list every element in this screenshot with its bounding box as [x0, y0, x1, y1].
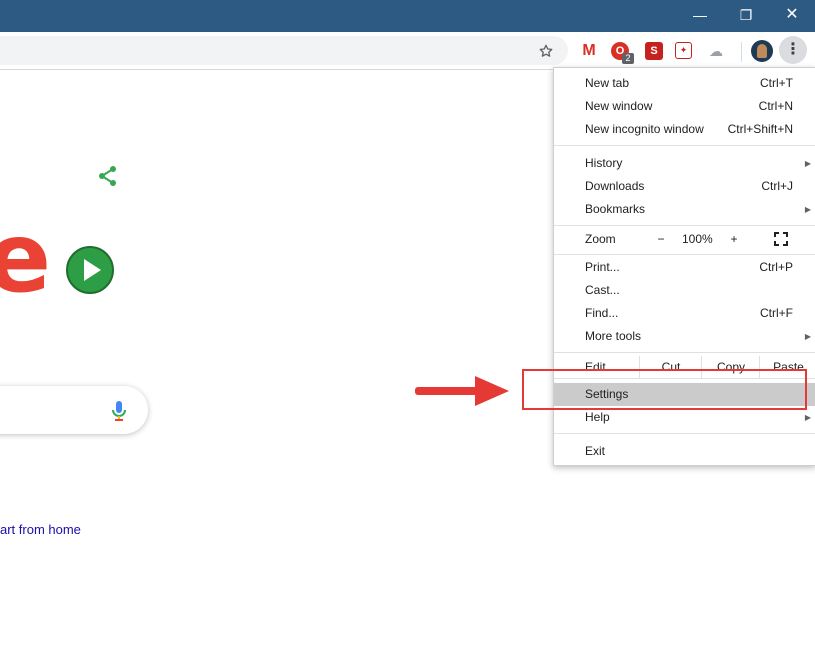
menu-item-bookmarks[interactable]: Bookmarks ▶ — [554, 198, 815, 221]
menu-item-downloads[interactable]: Downloads Ctrl+J — [554, 175, 815, 198]
menu-item-shortcut: Ctrl+P — [759, 260, 793, 274]
zoom-out-button[interactable]: − — [655, 228, 667, 251]
menu-item-label: New tab — [585, 76, 630, 90]
arrow-right-icon — [415, 376, 509, 406]
zoom-label: Zoom — [585, 232, 616, 246]
avatar[interactable] — [751, 40, 773, 62]
close-button[interactable]: ✕ — [769, 0, 815, 32]
play-icon[interactable] — [65, 245, 115, 295]
calendar-extension-icon[interactable]: ✦ — [675, 42, 692, 59]
notification-badge: 2 — [622, 53, 634, 64]
microphone-icon[interactable] — [110, 399, 128, 423]
google-logo-fragment: e — [0, 202, 51, 314]
menu-item-new-window[interactable]: New window Ctrl+N — [554, 95, 815, 118]
menu-item-more-tools[interactable]: More tools ▶ — [554, 325, 815, 348]
menu-item-exit[interactable]: Exit — [554, 440, 815, 463]
zoom-in-button[interactable]: + — [728, 228, 740, 251]
menu-item-new-incognito-window[interactable]: New incognito window Ctrl+Shift+N — [554, 118, 815, 141]
more-menu-icon[interactable]: ⋮ — [779, 36, 807, 64]
menu-item-label: More tools — [585, 329, 642, 343]
submenu-arrow-icon: ▶ — [804, 205, 811, 214]
zoom-row: Zoom − 100% + — [554, 228, 815, 251]
fullscreen-icon[interactable] — [774, 232, 788, 246]
zoom-level: 100% — [682, 232, 713, 246]
menu-divider — [554, 254, 815, 255]
menu-item-find[interactable]: Find... Ctrl+F — [554, 302, 815, 325]
menu-divider — [554, 145, 815, 146]
submenu-arrow-icon: ▶ — [804, 332, 811, 341]
star-icon[interactable] — [538, 43, 554, 59]
menu-item-shortcut: Ctrl+Shift+N — [727, 122, 793, 136]
menu-divider — [554, 352, 815, 353]
title-bar: — ❐ ✕ — [0, 0, 815, 32]
menu-item-shortcut: Ctrl+F — [760, 306, 793, 320]
toolbar-divider — [741, 42, 742, 62]
menu-item-label: Bookmarks — [585, 202, 646, 216]
menu-item-label: History — [585, 156, 623, 170]
s-extension-icon[interactable]: S — [645, 42, 663, 60]
menu-item-label: New incognito window — [585, 122, 704, 136]
menu-item-shortcut: Ctrl+J — [761, 179, 793, 193]
gmail-icon[interactable]: M — [580, 42, 598, 60]
menu-divider — [554, 433, 815, 434]
restore-button[interactable]: ❐ — [723, 0, 769, 32]
cloud-icon[interactable]: ☁ — [707, 42, 725, 60]
menu-item-label: Exit — [585, 444, 606, 458]
menu-item-shortcut: Ctrl+T — [760, 76, 793, 90]
menu-item-label: Print... — [585, 260, 620, 274]
menu-item-shortcut: Ctrl+N — [758, 99, 793, 113]
menu-item-history[interactable]: History ▶ — [554, 152, 815, 175]
menu-item-new-tab[interactable]: New tab Ctrl+T — [554, 72, 815, 95]
home-link[interactable]: art from home — [0, 522, 81, 537]
minimize-button[interactable]: — — [677, 0, 723, 32]
menu-item-label: Downloads — [585, 179, 645, 193]
menu-item-label: New window — [585, 99, 653, 113]
menu-item-label: Find... — [585, 306, 619, 320]
menu-item-print[interactable]: Print... Ctrl+P — [554, 256, 815, 279]
browser-toolbar — [0, 32, 815, 70]
menu-item-cast[interactable]: Cast... — [554, 279, 815, 302]
share-icon[interactable] — [96, 164, 120, 188]
highlight-box — [522, 369, 807, 410]
menu-divider — [554, 225, 815, 226]
submenu-arrow-icon: ▶ — [804, 159, 811, 168]
menu-item-label: Cast... — [585, 283, 620, 297]
address-bar[interactable] — [0, 36, 568, 65]
